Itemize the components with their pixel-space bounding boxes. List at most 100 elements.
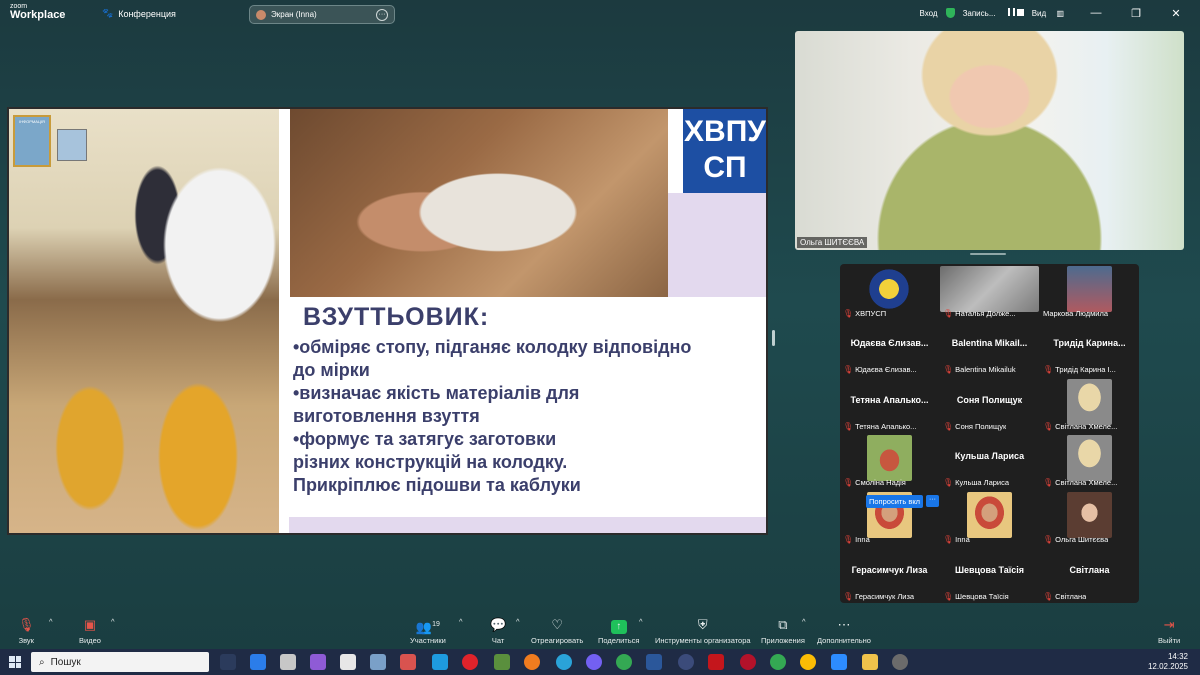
app-icon[interactable] xyxy=(678,654,694,670)
resize-handle[interactable] xyxy=(970,253,1006,255)
participant-tile[interactable]: 🎙 Світлана Хмеле... xyxy=(1040,377,1139,433)
app-icon[interactable] xyxy=(740,654,756,670)
system-clock[interactable]: 14:32 12.02.2025 xyxy=(1148,652,1188,672)
edge-icon[interactable] xyxy=(432,654,448,670)
more-button[interactable]: ⋯ Дополнительно xyxy=(817,617,871,645)
opera-icon[interactable] xyxy=(462,654,478,670)
share-options-caret[interactable]: ^ xyxy=(639,617,643,626)
mic-muted-icon: 🎙 xyxy=(1043,422,1054,431)
telegram-icon[interactable] xyxy=(556,654,572,670)
recording-indicator[interactable]: Запись... xyxy=(963,8,1024,18)
stop-icon[interactable] xyxy=(1016,9,1024,16)
copilot-icon[interactable] xyxy=(310,654,326,670)
emblem-avatar xyxy=(866,266,912,312)
screen-share-indicator[interactable]: Экран (Inna) ··· xyxy=(249,5,395,24)
slide-line: •визначає якість матеріалів для xyxy=(293,383,580,403)
close-button[interactable]: ✕ xyxy=(1160,7,1192,20)
zoom-icon[interactable] xyxy=(831,654,847,670)
audio-button[interactable]: 🎙 Звук xyxy=(18,617,35,645)
tile-more-button[interactable]: ··· xyxy=(926,495,939,507)
chat-options-caret[interactable]: ^ xyxy=(516,617,520,626)
decor-panel xyxy=(668,193,766,297)
minimize-button[interactable]: — xyxy=(1080,7,1112,19)
speaker-video[interactable]: Ольга ШИТЄЄВА xyxy=(795,31,1184,250)
task-view-icon[interactable] xyxy=(220,654,236,670)
school-emblem: ХВПУ СП xyxy=(683,109,766,193)
mic-muted-icon: 🎙 xyxy=(843,478,854,487)
participant-tile[interactable]: Тетяна Апалько... 🎙 Тетяна Апалько... xyxy=(840,377,939,433)
slide-line: до мірки xyxy=(293,360,370,380)
app-icon[interactable] xyxy=(370,654,386,670)
chrome-icon[interactable] xyxy=(616,654,632,670)
login-button[interactable]: Вход xyxy=(919,9,937,18)
host-tools-button[interactable]: ⛨ Инструменты организатора xyxy=(655,617,751,645)
chrome-icon[interactable] xyxy=(770,654,786,670)
security-shield-icon xyxy=(945,8,955,18)
video-button[interactable]: ▣ Видео xyxy=(79,617,101,645)
app-icon[interactable] xyxy=(892,654,908,670)
video-options-caret[interactable]: ^ xyxy=(111,617,115,626)
more-options-icon[interactable]: ··· xyxy=(376,8,388,21)
wall-poster xyxy=(57,129,87,161)
conference-menu[interactable]: 🐾 Конференция xyxy=(102,8,176,19)
chat-button[interactable]: 💬 Чат xyxy=(490,617,506,645)
ask-to-unmute-button[interactable]: Попросить вкл xyxy=(866,495,924,508)
windows-start-icon[interactable] xyxy=(9,656,21,668)
restore-button[interactable]: ❐ xyxy=(1120,7,1152,20)
store-icon[interactable] xyxy=(340,654,356,670)
mic-muted-icon: 🎙 xyxy=(843,535,854,544)
acrobat-icon[interactable] xyxy=(708,654,724,670)
participant-tile[interactable]: Юдаєва Єлизав... 🎙 Юдаєва Єлизав... xyxy=(840,320,939,376)
firefox-icon[interactable] xyxy=(524,654,540,670)
participant-tile[interactable]: 🎙 Смоліна Надія xyxy=(840,433,939,489)
apps-options-caret[interactable]: ^ xyxy=(802,617,806,626)
share-button[interactable]: ↑ Поделиться xyxy=(598,617,639,645)
audio-options-caret[interactable]: ^ xyxy=(49,617,53,626)
app-icon[interactable] xyxy=(494,654,510,670)
mic-muted-icon: 🎙 xyxy=(1043,535,1054,544)
participant-tile[interactable]: 🎙 ХВПУСП xyxy=(840,264,939,320)
app-icon[interactable] xyxy=(400,654,416,670)
splitter-handle[interactable] xyxy=(772,330,775,346)
info-poster: ІНФОРМАЦІЯ xyxy=(13,115,51,167)
apps-button[interactable]: ⧉ Приложения xyxy=(761,617,805,645)
avatar xyxy=(1067,379,1112,425)
leave-icon: ⇥ xyxy=(1163,617,1175,632)
viber-icon[interactable] xyxy=(586,654,602,670)
participant-tile[interactable]: Шевцова Таїсія 🎙 Шевцова Таїсія xyxy=(940,547,1039,603)
pause-icon[interactable] xyxy=(1007,8,1015,16)
shared-screen[interactable]: ІНФОРМАЦІЯ ХВПУ СП ВЗУТТЬОВИК: •обміряє … xyxy=(7,107,768,535)
participant-tile[interactable]: Balentina Mikail... 🎙 Balentina Mikailuk xyxy=(940,320,1039,376)
participants-options-caret[interactable]: ^ xyxy=(459,617,463,626)
participant-tile[interactable]: Світлана 🎙 Світлана xyxy=(1040,547,1139,603)
workshop-photo: ІНФОРМАЦІЯ xyxy=(9,109,279,533)
shield-icon: ⛨ xyxy=(697,617,708,632)
slide-line: •обміряє стопу, підганяє колодку відпові… xyxy=(293,337,692,357)
view-button[interactable]: Вид ▥ xyxy=(1032,9,1072,18)
participants-button[interactable]: 👥19 Участники xyxy=(410,617,446,645)
mic-muted-icon: 🎙 xyxy=(943,309,954,318)
participant-tile[interactable]: 🎙 Ольга Шитєєва xyxy=(1040,490,1139,546)
calculator-icon[interactable] xyxy=(280,654,296,670)
mic-muted-icon: 🎙 xyxy=(943,365,954,374)
participant-tile[interactable]: Соня Полищук 🎙 Соня Полищук xyxy=(940,377,1039,433)
mic-muted-icon: 🎙 xyxy=(943,478,954,487)
participant-tile[interactable]: Тридід Карина... 🎙 Тридід Карина І... xyxy=(1040,320,1139,376)
mic-muted-icon: 🎙 xyxy=(1043,592,1054,601)
participant-tile[interactable]: Герасимчук Лиза 🎙 Герасимчук Лиза xyxy=(840,547,939,603)
folder-icon[interactable] xyxy=(862,654,878,670)
participant-tile[interactable]: 🎙 Наталья Долже... xyxy=(940,264,1039,320)
taskbar-search-input[interactable]: ⌕ Пошук xyxy=(31,652,209,672)
mic-muted-icon: 🎙 xyxy=(18,617,35,632)
chrome-icon[interactable] xyxy=(800,654,816,670)
app-icon[interactable] xyxy=(250,654,266,670)
avatar xyxy=(867,435,912,481)
participant-tile[interactable]: Маркова Людмила xyxy=(1040,264,1139,320)
participant-tile[interactable]: 🎙 Світлана Хмеле... xyxy=(1040,433,1139,489)
react-button[interactable]: ♡ Отреагировать xyxy=(531,617,583,645)
word-icon[interactable] xyxy=(646,654,662,670)
participant-tile[interactable]: Кульша Лариса 🎙 Кульша Лариса xyxy=(940,433,1039,489)
slide-title: ВЗУТТЬОВИК: xyxy=(303,303,490,331)
participant-tile[interactable]: 🎙 Inna xyxy=(940,490,1039,546)
leave-button[interactable]: ⇥ Выйти xyxy=(1158,617,1180,645)
